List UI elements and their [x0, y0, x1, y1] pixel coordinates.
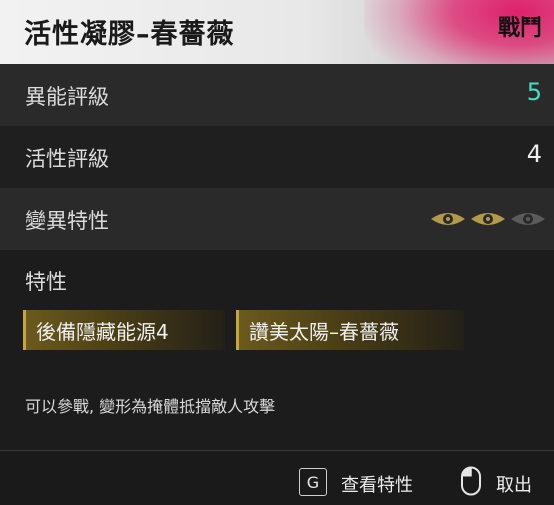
- stat-label: 異能評級: [25, 85, 109, 109]
- stat-value: 5: [526, 78, 542, 106]
- trait-tag[interactable]: 讚美太陽–春薔薇: [236, 310, 464, 350]
- mouse-icon[interactable]: [460, 466, 482, 496]
- stat-row-ability-rating: 異能評級 5: [0, 64, 554, 126]
- item-description: 可以參戰, 變形為掩體抵擋敵人攻擊: [25, 397, 276, 416]
- mutation-eyes: [430, 209, 546, 229]
- view-traits-action[interactable]: 查看特性: [341, 471, 413, 497]
- item-title: 活性凝膠–春薔薇: [24, 19, 235, 50]
- stat-label: 活性評級: [25, 147, 109, 171]
- stat-label: 變異特性: [25, 209, 109, 233]
- traits-label: 特性: [25, 270, 67, 294]
- trait-tag[interactable]: 後備隱藏能源4: [23, 310, 225, 350]
- stat-row-activity-rating: 活性評級 4: [0, 126, 554, 188]
- header-bar: 活性凝膠–春薔薇 戰鬥: [0, 0, 554, 64]
- stat-value: 4: [526, 140, 542, 168]
- eye-icon: [431, 213, 465, 225]
- g-key-icon[interactable]: G: [299, 468, 327, 496]
- take-out-action[interactable]: 取出: [496, 471, 532, 497]
- category-label: 戰鬥: [497, 16, 542, 41]
- eye-icon: [511, 213, 545, 225]
- eye-icon: [471, 213, 505, 225]
- stat-row-mutation-trait: 變異特性: [0, 188, 554, 250]
